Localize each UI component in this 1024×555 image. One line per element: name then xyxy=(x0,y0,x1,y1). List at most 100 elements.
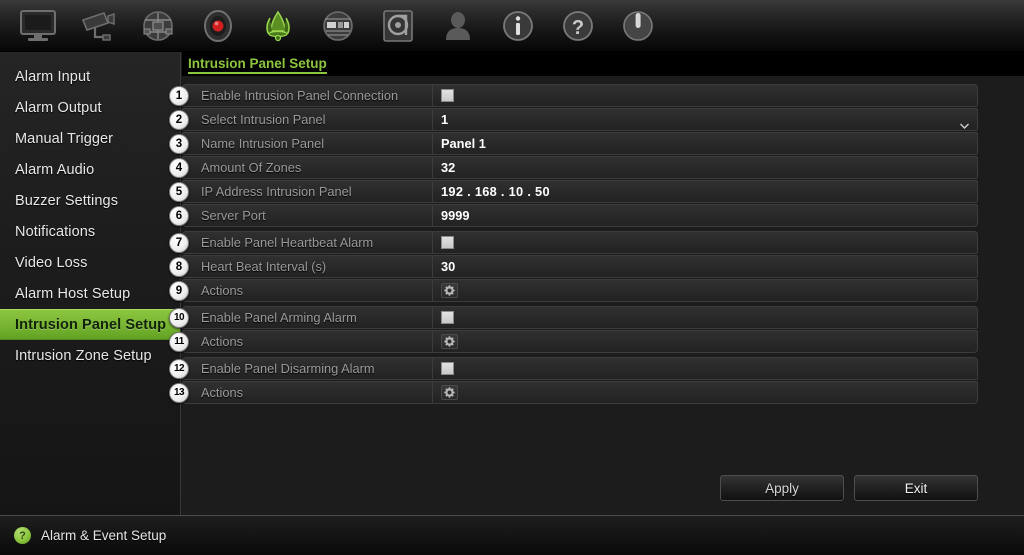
row-actions-heartbeat: 9 Actions xyxy=(169,279,978,302)
row-value[interactable]: 192 . 168 . 10 . 50 xyxy=(433,181,977,202)
content-panel: Intrusion Panel Setup 1 Enable Intrusion… xyxy=(169,52,1024,515)
device-icon[interactable] xyxy=(308,1,368,51)
sidebar-item-buzzer-settings[interactable]: Buzzer Settings xyxy=(0,185,180,216)
sidebar-item-alarm-output[interactable]: Alarm Output xyxy=(0,92,180,123)
row-value[interactable]: 32 xyxy=(433,157,977,178)
row-label: Heart Beat Interval (s) xyxy=(183,256,433,277)
row-actions-disarming: 13 Actions xyxy=(169,381,978,404)
help-icon[interactable]: ? xyxy=(548,1,608,51)
row-label: IP Address Intrusion Panel xyxy=(183,181,433,202)
row-label: Enable Panel Arming Alarm xyxy=(183,307,433,328)
sidebar-item-label: Alarm Host Setup xyxy=(15,285,131,302)
row-value[interactable]: 30 xyxy=(433,256,977,277)
sidebar-item-label: Intrusion Zone Setup xyxy=(15,347,152,364)
row-number-badge: 12 xyxy=(169,358,189,379)
row-label: Actions xyxy=(183,331,433,352)
alarm-event-icon[interactable] xyxy=(248,1,308,51)
row-value xyxy=(433,358,977,379)
name-intrusion-panel-input[interactable]: Panel 1 xyxy=(441,136,486,151)
row-value[interactable]: 9999 xyxy=(433,205,977,226)
row-select-intrusion-panel: 2 Select Intrusion Panel 1 xyxy=(169,108,978,131)
hdd-icon[interactable] xyxy=(368,1,428,51)
row-number-badge: 7 xyxy=(169,232,189,253)
row-number-badge: 11 xyxy=(169,331,189,352)
info-icon[interactable] xyxy=(488,1,548,51)
content-title-bar: Intrusion Panel Setup xyxy=(182,52,1024,76)
enable-panel-arming-alarm-checkbox[interactable] xyxy=(441,311,454,324)
help-badge-icon: ? xyxy=(14,527,31,544)
sidebar-item-manual-trigger[interactable]: Manual Trigger xyxy=(0,123,180,154)
row-label: Enable Panel Heartbeat Alarm xyxy=(183,232,433,253)
sidebar-item-video-loss[interactable]: Video Loss xyxy=(0,247,180,278)
record-icon[interactable] xyxy=(188,1,248,51)
sidebar-item-label: Alarm Input xyxy=(15,68,91,85)
row-enable-panel-disarming-alarm: 12 Enable Panel Disarming Alarm xyxy=(169,357,978,380)
ip-address-intrusion-panel-input[interactable]: 192 . 168 . 10 . 50 xyxy=(441,184,550,199)
row-number-badge: 3 xyxy=(169,133,189,154)
sidebar-item-label: Buzzer Settings xyxy=(15,192,119,209)
row-number-badge: 2 xyxy=(169,109,189,130)
row-number-badge: 13 xyxy=(169,382,189,403)
sidebar-item-alarm-host-setup[interactable]: Alarm Host Setup xyxy=(0,278,180,309)
row-enable-intrusion-panel-connection: 1 Enable Intrusion Panel Connection xyxy=(169,84,978,107)
row-value xyxy=(433,85,977,106)
form-group-heartbeat: 7 Enable Panel Heartbeat Alarm 8 Heart B… xyxy=(169,231,1024,302)
sidebar-item-notifications[interactable]: Notifications xyxy=(0,216,180,247)
row-value xyxy=(433,382,977,403)
actions-heartbeat-button[interactable] xyxy=(441,283,458,298)
form-group-disarming: 12 Enable Panel Disarming Alarm 13 Actio… xyxy=(169,357,1024,404)
monitor-icon[interactable] xyxy=(8,1,68,51)
row-number-badge: 4 xyxy=(169,157,189,178)
application-window: ? Alarm Input Alarm Output Manual Trigge… xyxy=(0,0,1024,555)
sidebar-item-alarm-input[interactable]: Alarm Input xyxy=(0,61,180,92)
status-bar: ? Alarm & Event Setup xyxy=(0,515,1024,555)
user-icon[interactable] xyxy=(428,1,488,51)
heart-beat-interval-input[interactable]: 30 xyxy=(441,259,455,274)
row-label: Actions xyxy=(183,280,433,301)
row-actions-arming: 11 Actions xyxy=(169,330,978,353)
enable-panel-disarming-alarm-checkbox[interactable] xyxy=(441,362,454,375)
settings-sidebar: Alarm Input Alarm Output Manual Trigger … xyxy=(0,52,181,515)
row-enable-panel-heartbeat-alarm: 7 Enable Panel Heartbeat Alarm xyxy=(169,231,978,254)
server-port-input[interactable]: 9999 xyxy=(441,208,469,223)
row-enable-panel-arming-alarm: 10 Enable Panel Arming Alarm xyxy=(169,306,978,329)
row-heart-beat-interval: 8 Heart Beat Interval (s) 30 xyxy=(169,255,978,278)
sidebar-item-intrusion-panel-setup[interactable]: Intrusion Panel Setup xyxy=(0,309,180,340)
sidebar-item-label: Video Loss xyxy=(15,254,88,271)
gear-icon xyxy=(444,285,455,296)
row-number-badge: 1 xyxy=(169,85,189,106)
row-number-badge: 9 xyxy=(169,280,189,301)
sidebar-item-alarm-audio[interactable]: Alarm Audio xyxy=(0,154,180,185)
camera-icon[interactable] xyxy=(68,1,128,51)
apply-button[interactable]: Apply xyxy=(720,475,844,501)
row-value[interactable]: 1 xyxy=(433,109,977,130)
row-value xyxy=(433,331,977,352)
actions-arming-button[interactable] xyxy=(441,334,458,349)
sidebar-item-label: Notifications xyxy=(15,223,96,240)
chevron-down-icon[interactable] xyxy=(960,117,969,129)
network-icon[interactable] xyxy=(128,1,188,51)
gear-icon xyxy=(444,387,455,398)
row-number-badge: 5 xyxy=(169,181,189,202)
exit-button[interactable]: Exit xyxy=(854,475,978,501)
sidebar-item-label: Manual Trigger xyxy=(15,130,114,147)
amount-of-zones-input[interactable]: 32 xyxy=(441,160,455,175)
sidebar-item-intrusion-zone-setup[interactable]: Intrusion Zone Setup xyxy=(0,340,180,371)
row-label: Actions xyxy=(183,382,433,403)
form-group-connection: 1 Enable Intrusion Panel Connection 2 Se… xyxy=(169,84,1024,227)
sidebar-item-label: Intrusion Panel Setup xyxy=(15,316,167,333)
enable-intrusion-panel-connection-checkbox[interactable] xyxy=(441,89,454,102)
row-label: Amount Of Zones xyxy=(183,157,433,178)
form-group-arming: 10 Enable Panel Arming Alarm 11 Actions xyxy=(169,306,1024,353)
enable-panel-heartbeat-alarm-checkbox[interactable] xyxy=(441,236,454,249)
row-value xyxy=(433,232,977,253)
actions-disarming-button[interactable] xyxy=(441,385,458,400)
sidebar-item-label: Alarm Output xyxy=(15,99,102,116)
row-label: Enable Intrusion Panel Connection xyxy=(183,85,433,106)
row-server-port: 6 Server Port 9999 xyxy=(169,204,978,227)
row-amount-of-zones: 4 Amount Of Zones 32 xyxy=(169,156,978,179)
row-value[interactable]: Panel 1 xyxy=(433,133,977,154)
row-name-intrusion-panel: 3 Name Intrusion Panel Panel 1 xyxy=(169,132,978,155)
row-number-badge: 10 xyxy=(169,307,189,328)
power-icon[interactable] xyxy=(608,1,668,51)
